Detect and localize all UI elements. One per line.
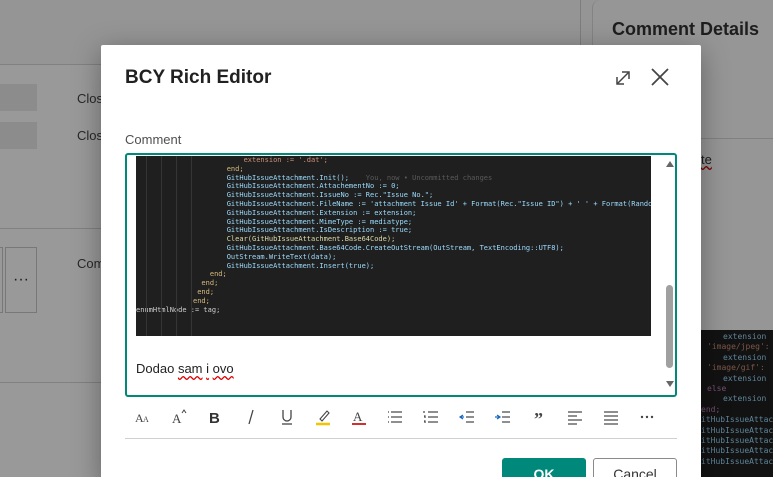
code-line: GitHubIssueAttachment.Base64Code.CreateO… (193, 243, 564, 252)
superscript-icon[interactable]: A (161, 404, 197, 430)
bullet-list-icon[interactable] (377, 404, 413, 430)
editor-word-misspelled: i (206, 361, 210, 376)
numbered-list-icon[interactable] (413, 404, 449, 430)
code-line: GitHubIssueAttachment.IsDescription := t… (193, 226, 413, 235)
code-line: Clear(GitHubIssueAttachment.Base64Code); (193, 235, 396, 244)
editor-word-misspelled: sam (177, 361, 203, 376)
outdent-icon[interactable] (449, 404, 485, 430)
dialog-title: BCY Rich Editor (125, 67, 272, 88)
editor-text: Dodao sam i ovo (136, 361, 234, 376)
code-line: GitHubIssueAttachment.AttachementNo := 0… (193, 182, 400, 191)
align-left-icon[interactable] (557, 404, 593, 430)
code-line: end; (193, 279, 219, 288)
editor-word-misspelled: ovo (212, 361, 234, 376)
svg-text:A: A (172, 411, 182, 426)
expand-icon[interactable] (611, 66, 635, 90)
formatting-toolbar: AA A B A ” (125, 403, 677, 431)
code-line: end; (193, 296, 210, 305)
editor-word: Dodao (136, 361, 175, 376)
code-line: GitHubIssueAttachment.Init(); You, now •… (193, 173, 493, 182)
code-line: GitHubIssueAttachment.IssueNo := Rec."Is… (193, 191, 434, 200)
font-size-icon[interactable]: AA (125, 404, 161, 430)
rich-editor-dialog: BCY Rich Editor Comment extension := '.d… (101, 45, 701, 477)
comment-editor[interactable]: extension := '.dat'; end; GitHubIssueAtt… (125, 153, 677, 397)
comment-label: Comment (125, 132, 182, 147)
code-line: end; (193, 164, 244, 173)
code-line: GitHubIssueAttachment.Insert(true); (193, 261, 375, 270)
code-line: extension := '.dat'; (193, 156, 328, 164)
toolbar-divider (125, 438, 677, 439)
editor-scrollbar[interactable] (663, 155, 675, 395)
more-icon[interactable] (629, 404, 665, 430)
justify-icon[interactable] (593, 404, 629, 430)
svg-text:B: B (209, 410, 220, 426)
italic-icon[interactable] (233, 404, 269, 430)
indent-icon[interactable] (485, 404, 521, 430)
inline-hint: You, now • Uncommitted changes (365, 173, 493, 182)
scroll-down-icon[interactable] (666, 381, 674, 387)
embedded-code-screenshot: extension := '.dat'; end; GitHubIssueAtt… (136, 156, 651, 336)
ok-button[interactable]: OK (502, 458, 586, 477)
cancel-button[interactable]: Cancel (593, 458, 677, 477)
close-icon[interactable] (647, 64, 673, 90)
underline-icon[interactable] (269, 404, 305, 430)
code-line: end; (193, 270, 227, 279)
code-line: GitHubIssueAttachment.Extension := exten… (193, 208, 417, 217)
scroll-up-icon[interactable] (666, 161, 674, 167)
scroll-thumb[interactable] (666, 285, 673, 368)
highlight-icon[interactable] (305, 404, 341, 430)
code-line: GitHubIssueAttachment.FileName := 'attac… (226, 199, 651, 208)
bold-icon[interactable]: B (197, 404, 233, 430)
code-line: OutStream.WriteText(data); (193, 252, 337, 261)
svg-text:”: ” (534, 409, 543, 426)
font-color-icon[interactable]: A (341, 404, 377, 430)
svg-text:A: A (353, 409, 363, 424)
code-line: GitHubIssueAttachment.MimeType := mediat… (193, 217, 413, 226)
code-line: enumHtmlNode := tag; (136, 305, 221, 314)
svg-text:A: A (143, 415, 149, 424)
quote-icon[interactable]: ” (521, 404, 557, 430)
code-line: end; (193, 287, 215, 296)
